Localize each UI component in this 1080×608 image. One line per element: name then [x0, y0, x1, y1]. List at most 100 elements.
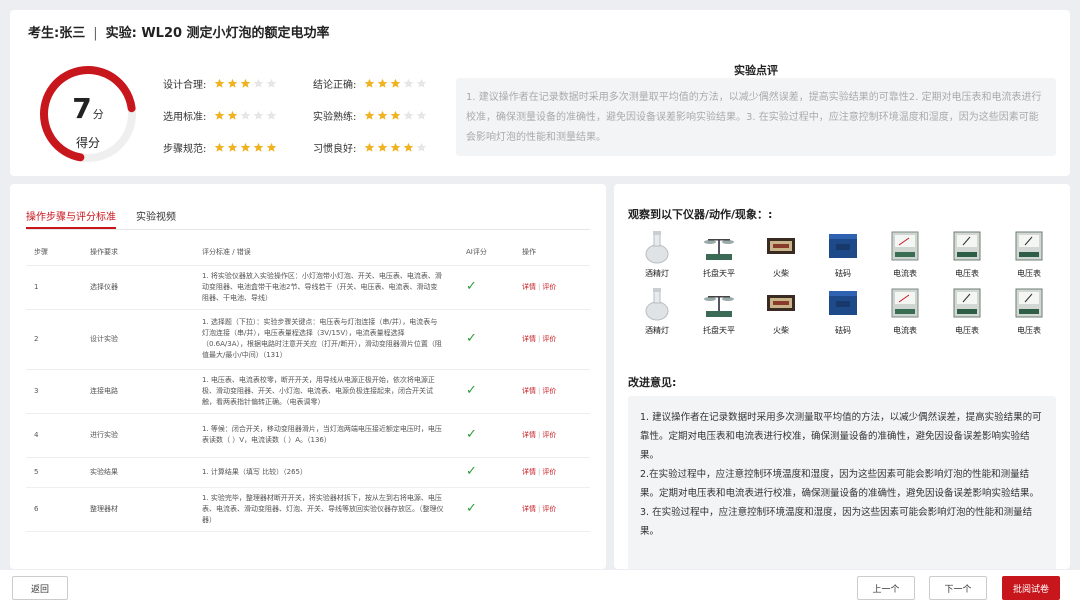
detail-link[interactable]: 详情 [522, 387, 536, 395]
page-title: 考生:张三 | 实验: WL20 测定小灯泡的额定电功率 [28, 22, 330, 41]
grade-button[interactable]: 批阅试卷 [1002, 576, 1060, 600]
star-rating [214, 78, 277, 89]
star-filled-icon [240, 78, 251, 89]
check-icon: ✓ [466, 330, 477, 346]
equipment-name: 火柴 [773, 326, 789, 335]
actions-cell: 详情 | 评价 [514, 413, 590, 458]
actions-cell: 详情 | 评价 [514, 309, 590, 370]
table-row: 4 进行实验 1. 等候：闭合开关，移动变阻器滑片，当灯泡两端电压接近额定电压时，电… [26, 413, 590, 458]
col-ai-score: AI评分 [458, 239, 514, 266]
detail-link[interactable]: 详情 [522, 283, 536, 291]
step-number: 2 [26, 309, 82, 370]
equipment-item: 酒精灯 [626, 228, 688, 279]
suggestions-box: 1. 建议操作者在记录数据时采用多次测量取平均值的方法，以减少偶然误差，提高实验… [628, 396, 1056, 569]
actions-cell: 详情 | 评价 [514, 265, 590, 310]
prev-button[interactable]: 上一个 [857, 576, 915, 600]
star-empty-icon [266, 78, 277, 89]
matches-icon [764, 285, 798, 321]
actions-cell: 详情 | 评价 [514, 457, 590, 488]
ammeter-icon [888, 285, 922, 321]
star-filled-icon [214, 142, 225, 153]
equipment-item: 酒精灯 [626, 285, 688, 336]
star-filled-icon [227, 110, 238, 121]
star-filled-icon [390, 142, 401, 153]
table-row: 2 设计实验 1. 选择题（下拉）：实验步骤关键点：电压表与灯泡连接（串/并），电流… [26, 309, 590, 370]
star-empty-icon [403, 110, 414, 121]
check-icon: ✓ [466, 463, 477, 479]
lamp-icon [640, 285, 674, 321]
back-button[interactable]: 返回 [12, 576, 68, 600]
col-step: 步骤 [26, 239, 82, 266]
criterion-standard: 选用标准: [163, 108, 277, 123]
star-filled-icon [377, 142, 388, 153]
voltmeter-icon [1012, 285, 1046, 321]
criterion-label: 设计合理: [163, 80, 207, 91]
step-criteria: 1. 选择题（下拉）：实验步骤关键点：电压表与灯泡连接（串/并），电流表与灯泡连… [194, 309, 458, 370]
star-filled-icon [253, 142, 264, 153]
evaluate-link[interactable]: 评价 [542, 431, 556, 439]
suggestions-title: 改进意见: [628, 376, 677, 389]
score-unit: 分 [92, 108, 104, 121]
criterion-habits: 习惯良好: [313, 140, 427, 155]
lamp-icon [640, 228, 674, 264]
score-value-wrap: 7分 [36, 92, 140, 125]
evaluate-link[interactable]: 评价 [542, 505, 556, 513]
step-requirement: 连接电路 [82, 369, 194, 414]
star-filled-icon [227, 78, 238, 89]
equipment-item: 托盘天平 [688, 228, 750, 279]
balance-icon [702, 228, 736, 264]
balance-icon [702, 285, 736, 321]
star-filled-icon [266, 142, 277, 153]
star-empty-icon [416, 110, 427, 121]
evaluate-link[interactable]: 评价 [542, 283, 556, 291]
voltmeter-icon [1012, 228, 1046, 264]
equipment-name: 电流表 [893, 269, 917, 278]
criterion-steps: 步骤规范: [163, 140, 277, 155]
steps-table: 步骤 操作要求 评分标准 / 错误 AI评分 操作 1 选择仪器 1. 将实验仪器放… [26, 239, 590, 532]
candidate-name: 考生:张三 [28, 26, 86, 41]
equipment-item: 电压表 [936, 285, 998, 336]
evaluate-link[interactable]: 评价 [542, 387, 556, 395]
score-gauge: 7分 得分 [36, 62, 140, 166]
voltmeter-icon [950, 228, 984, 264]
col-actions: 操作 [514, 239, 590, 266]
ai-score-cell: ✓ [458, 413, 514, 458]
step-criteria: 1. 实验完毕，整理器材断开开关，将实验器材拆下，按从左到右将电源、电压表、电流… [194, 487, 458, 532]
step-criteria: 1. 将实验仪器放入实验操作区：小灯泡带小灯泡、开关、电压表、电流表、滑动变阻器… [194, 265, 458, 310]
tab-steps-criteria[interactable]: 操作步骤与评分标准 [26, 204, 116, 229]
actions-cell: 详情 | 评价 [514, 487, 590, 532]
step-number: 4 [26, 413, 82, 458]
evaluate-link[interactable]: 评价 [542, 335, 556, 343]
step-criteria: 1. 电压表、电流表校零，断开开关，用导线从电源正极开始，依次将电源正极、滑动变… [194, 369, 458, 414]
voltmeter-icon [950, 285, 984, 321]
step-number: 5 [26, 457, 82, 488]
detail-link[interactable]: 详情 [522, 335, 536, 343]
detail-link[interactable]: 详情 [522, 431, 536, 439]
title-separator: | [93, 26, 98, 41]
criterion-label: 步骤规范: [163, 144, 207, 155]
equipment-name: 酒精灯 [645, 269, 669, 278]
equipment-item: 电压表 [998, 228, 1060, 279]
experiment-name: 实验: WL20 测定小灯泡的额定电功率 [105, 26, 330, 41]
star-filled-icon [227, 142, 238, 153]
equipment-item: 电压表 [936, 228, 998, 279]
detail-link[interactable]: 详情 [522, 468, 536, 476]
equipment-item: 砝码 [812, 285, 874, 336]
step-requirement: 实验结果 [82, 457, 194, 488]
equipment-name: 砝码 [835, 269, 851, 278]
criterion-conclusion: 结论正确: [313, 76, 427, 91]
evaluate-link[interactable]: 评价 [542, 468, 556, 476]
table-header-row: 步骤 操作要求 评分标准 / 错误 AI评分 操作 [26, 239, 590, 266]
next-button[interactable]: 下一个 [929, 576, 987, 600]
criterion-label: 习惯良好: [313, 144, 357, 155]
star-filled-icon [390, 110, 401, 121]
star-filled-icon [364, 110, 375, 121]
summary-card: 考生:张三 | 实验: WL20 测定小灯泡的额定电功率 7分 得分 设计合理: 选… [10, 10, 1070, 176]
step-number: 6 [26, 487, 82, 532]
tab-experiment-video[interactable]: 实验视频 [136, 204, 176, 229]
col-requirement: 操作要求 [82, 239, 194, 266]
equipment-item: 火柴 [750, 285, 812, 336]
criterion-label: 结论正确: [313, 80, 357, 91]
detail-link[interactable]: 详情 [522, 505, 536, 513]
star-filled-icon [240, 142, 251, 153]
